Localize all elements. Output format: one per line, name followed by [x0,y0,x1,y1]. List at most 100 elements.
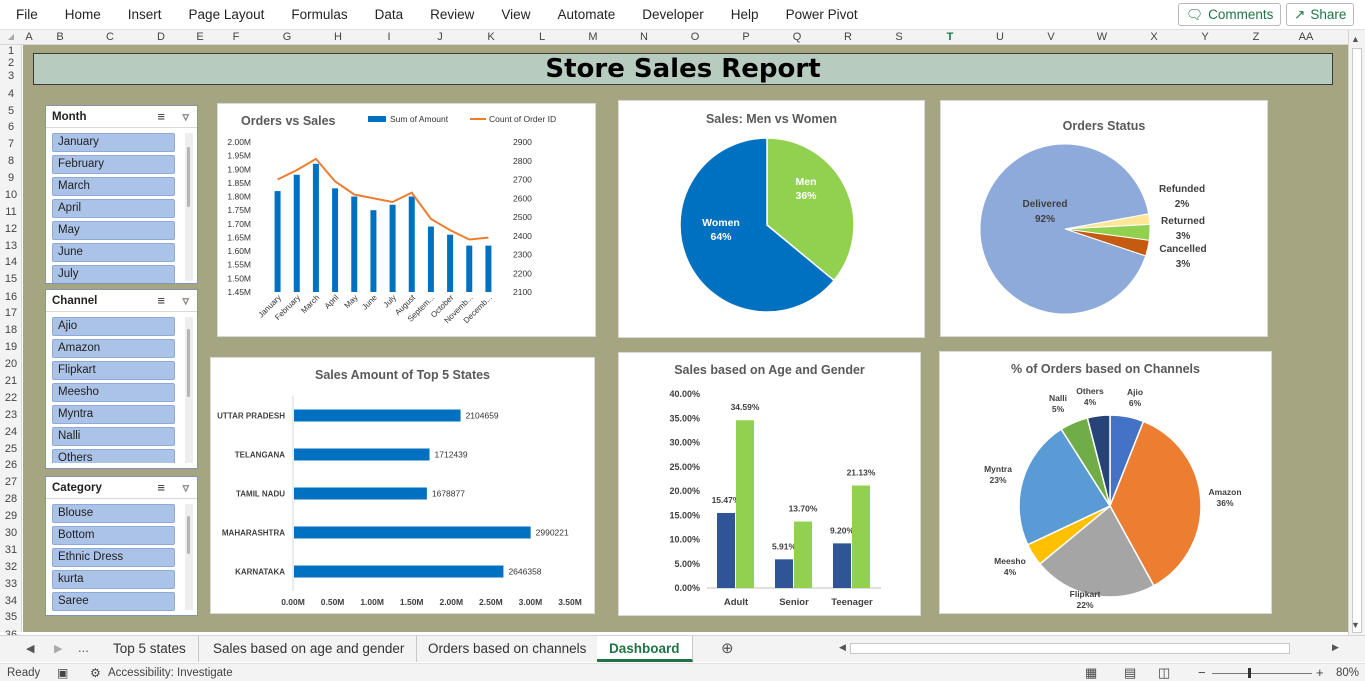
slicer-item[interactable]: Ajio [52,317,175,336]
column-header[interactable]: R [844,31,852,43]
zoom-slider-thumb[interactable] [1248,668,1251,678]
more-sheets-button[interactable]: ... [78,640,89,655]
clear-filter-icon[interactable]: ▿ [182,109,189,125]
column-header[interactable]: Y [1201,31,1208,43]
add-sheet-icon[interactable]: ⊕ [721,639,734,657]
slicer-item[interactable]: April [52,199,175,218]
column-header[interactable]: A [25,31,32,43]
zoom-slider[interactable] [1212,673,1312,674]
slicer-item[interactable]: Myntra [52,405,175,424]
accessibility-icon[interactable]: ⚙ [90,666,101,680]
column-header[interactable]: K [487,31,494,43]
slicer-item[interactable]: March [52,177,175,196]
column-header[interactable]: Q [793,31,802,43]
row-header[interactable]: 17 [0,307,22,319]
ribbon-tab-insert[interactable]: Insert [128,7,162,22]
row-header[interactable]: 10 [0,189,22,201]
chart-orders-status[interactable]: Orders Status Delivered 92% Refunded 2% Retu… [940,100,1268,337]
ribbon-tab-view[interactable]: View [501,7,530,22]
slicer-item[interactable]: Others [52,449,175,463]
slicer-item[interactable]: Meesho [52,383,175,402]
column-header[interactable]: O [691,31,700,43]
row-header[interactable]: 25 [0,443,22,455]
row-header[interactable]: 6 [0,121,22,133]
vertical-scrollbar[interactable]: ▲ ▼ [1348,30,1365,635]
scroll-left-icon[interactable]: ◀ [839,642,846,653]
column-header[interactable]: F [233,31,240,43]
column-header[interactable]: H [334,31,342,43]
chart-channels[interactable]: % of Orders based on Channels Ajio 6% Amaz… [939,351,1272,614]
clear-filter-icon[interactable]: ▿ [182,293,189,309]
slicer-month[interactable]: Month ≡ ▿ January February March April May Ju… [45,105,198,284]
column-header[interactable]: X [1150,31,1157,43]
column-header[interactable]: V [1047,31,1054,43]
ribbon-tab-data[interactable]: Data [375,7,404,22]
slicer-scrollbar[interactable] [185,133,193,281]
column-header[interactable]: J [437,31,443,43]
row-header[interactable]: 13 [0,240,22,252]
multi-select-icon[interactable]: ≡ [157,480,165,495]
sheet-tab[interactable]: Top 5 states [101,636,199,662]
macro-record-icon[interactable]: ▣ [57,666,68,680]
column-header[interactable]: L [539,31,545,43]
row-header[interactable]: 12 [0,223,22,235]
clear-filter-icon[interactable]: ▿ [182,480,189,496]
page-break-view-icon[interactable]: ◫ [1158,665,1170,681]
normal-view-icon[interactable]: ▦ [1085,665,1097,681]
slicer-item[interactable]: January [52,133,175,152]
row-header[interactable]: 30 [0,527,22,539]
slicer-item[interactable]: July [52,265,175,283]
column-header[interactable]: W [1097,31,1107,43]
share-button[interactable]: ↗ Share [1286,3,1355,26]
row-header[interactable]: 33 [0,578,22,590]
slicer-item[interactable]: Nalli [52,427,175,446]
row-header[interactable]: 21 [0,375,22,387]
slicer-item[interactable]: Saree [52,592,175,611]
row-header[interactable]: 26 [0,459,22,471]
zoom-out-icon[interactable]: − [1198,665,1206,680]
row-header[interactable]: 24 [0,426,22,438]
row-header[interactable]: 29 [0,510,22,522]
row-header[interactable]: 34 [0,595,22,607]
sheet-tab[interactable]: Orders based on channels [416,636,600,662]
column-header[interactable]: AA [1299,31,1314,43]
row-header[interactable]: 23 [0,409,22,421]
row-header[interactable]: 4 [0,88,22,100]
row-header[interactable]: 3 [0,70,22,82]
scroll-down-icon[interactable]: ▼ [1351,620,1360,630]
select-all-corner[interactable]: ◢ [8,32,14,41]
zoom-level[interactable]: 80% [1336,667,1359,679]
slicer-item[interactable]: Flipkart [52,361,175,380]
column-header[interactable]: T [947,31,954,43]
slicer-scrollbar[interactable] [185,504,193,610]
next-sheet-icon[interactable]: ▶ [54,642,62,655]
sheet-tab[interactable]: Dashboard [597,636,693,662]
column-header[interactable]: U [996,31,1004,43]
ribbon-tab-help[interactable]: Help [731,7,759,22]
ribbon-tab-review[interactable]: Review [430,7,474,22]
slicer-item[interactable]: Ethnic Dress [52,548,175,567]
sheet-tab[interactable]: Sales based on age and gender [201,636,418,662]
row-header[interactable]: 32 [0,561,22,573]
multi-select-icon[interactable]: ≡ [157,293,165,308]
row-header[interactable]: 15 [0,273,22,285]
row-header[interactable]: 27 [0,476,22,488]
slicer-item[interactable]: May [52,221,175,240]
scrollbar-thumb[interactable] [1352,48,1362,633]
column-header[interactable]: D [157,31,165,43]
horizontal-scrollbar[interactable]: ◀ ▶ [836,641,1348,656]
column-header[interactable]: C [106,31,114,43]
row-header[interactable]: 9 [0,172,22,184]
prev-sheet-icon[interactable]: ◀ [26,642,34,655]
accessibility-status[interactable]: Accessibility: Investigate [108,667,233,679]
chart-orders-vs-sales[interactable]: Orders vs Sales 1.45M 1.50M 1.55M 1.60M 1.65… [217,103,596,337]
column-header[interactable]: Z [1253,31,1260,43]
ribbon-tab-power-pivot[interactable]: Power Pivot [786,7,858,22]
row-header[interactable]: 28 [0,493,22,505]
slicer-item[interactable]: Bottom [52,526,175,545]
column-header[interactable]: B [56,31,63,43]
ribbon-tab-page-layout[interactable]: Page Layout [189,7,265,22]
row-header[interactable]: 31 [0,544,22,556]
zoom-in-icon[interactable]: + [1316,665,1324,680]
column-header[interactable]: N [640,31,648,43]
